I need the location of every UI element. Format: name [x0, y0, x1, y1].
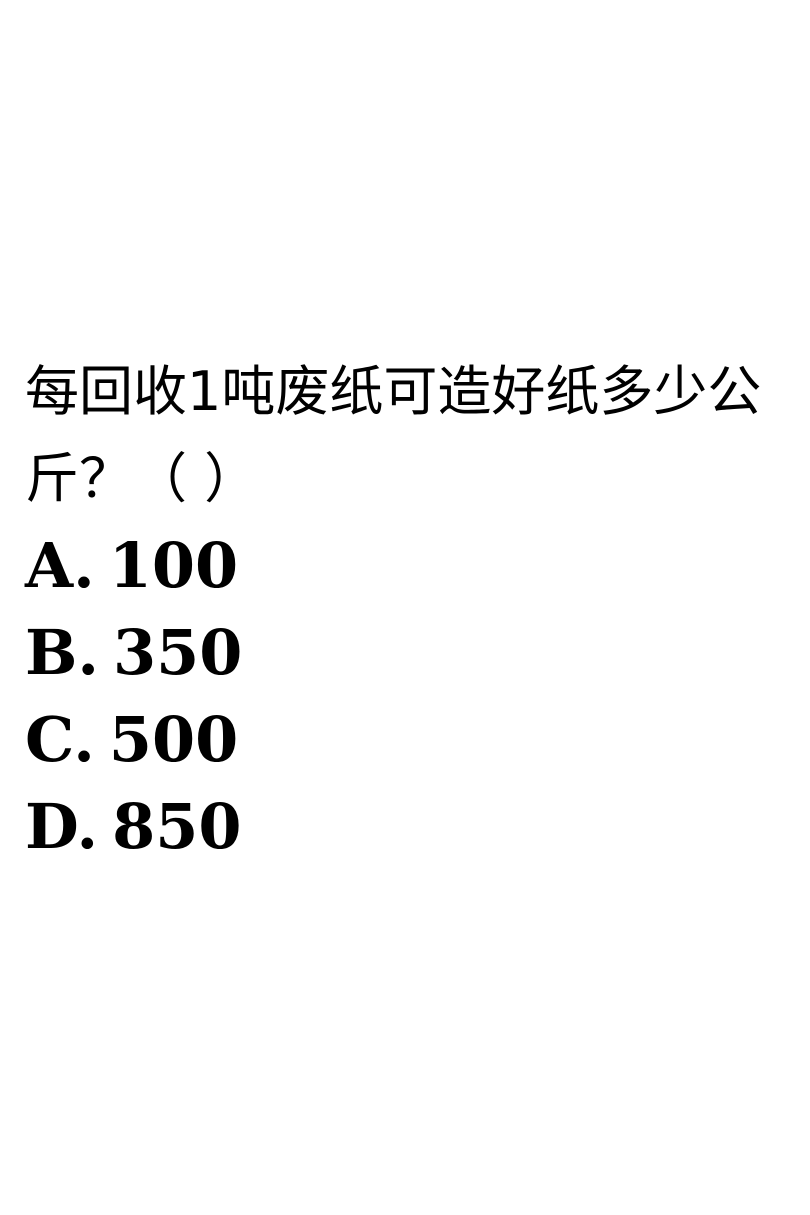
option-value: 500	[108, 703, 239, 776]
option-b: B. 350	[25, 609, 785, 696]
option-a: A. 100	[25, 522, 785, 609]
option-label: B.	[25, 616, 99, 689]
option-d: D. 850	[25, 783, 785, 870]
option-label: D.	[25, 790, 99, 863]
option-value: 850	[112, 790, 242, 863]
option-label: A.	[25, 529, 95, 602]
question-card: 每回收1吨废纸可造好纸多少公斤？（ ） A. 100 B. 350 C. 500 D.…	[25, 348, 785, 870]
question-text: 每回收1吨废纸可造好纸多少公斤？（ ）	[25, 360, 762, 510]
option-c: C. 500	[25, 696, 785, 783]
options-list: A. 100 B. 350 C. 500 D. 850	[25, 522, 785, 870]
option-label: C.	[25, 703, 95, 776]
option-value: 350	[113, 616, 243, 689]
option-value: 100	[108, 529, 239, 602]
